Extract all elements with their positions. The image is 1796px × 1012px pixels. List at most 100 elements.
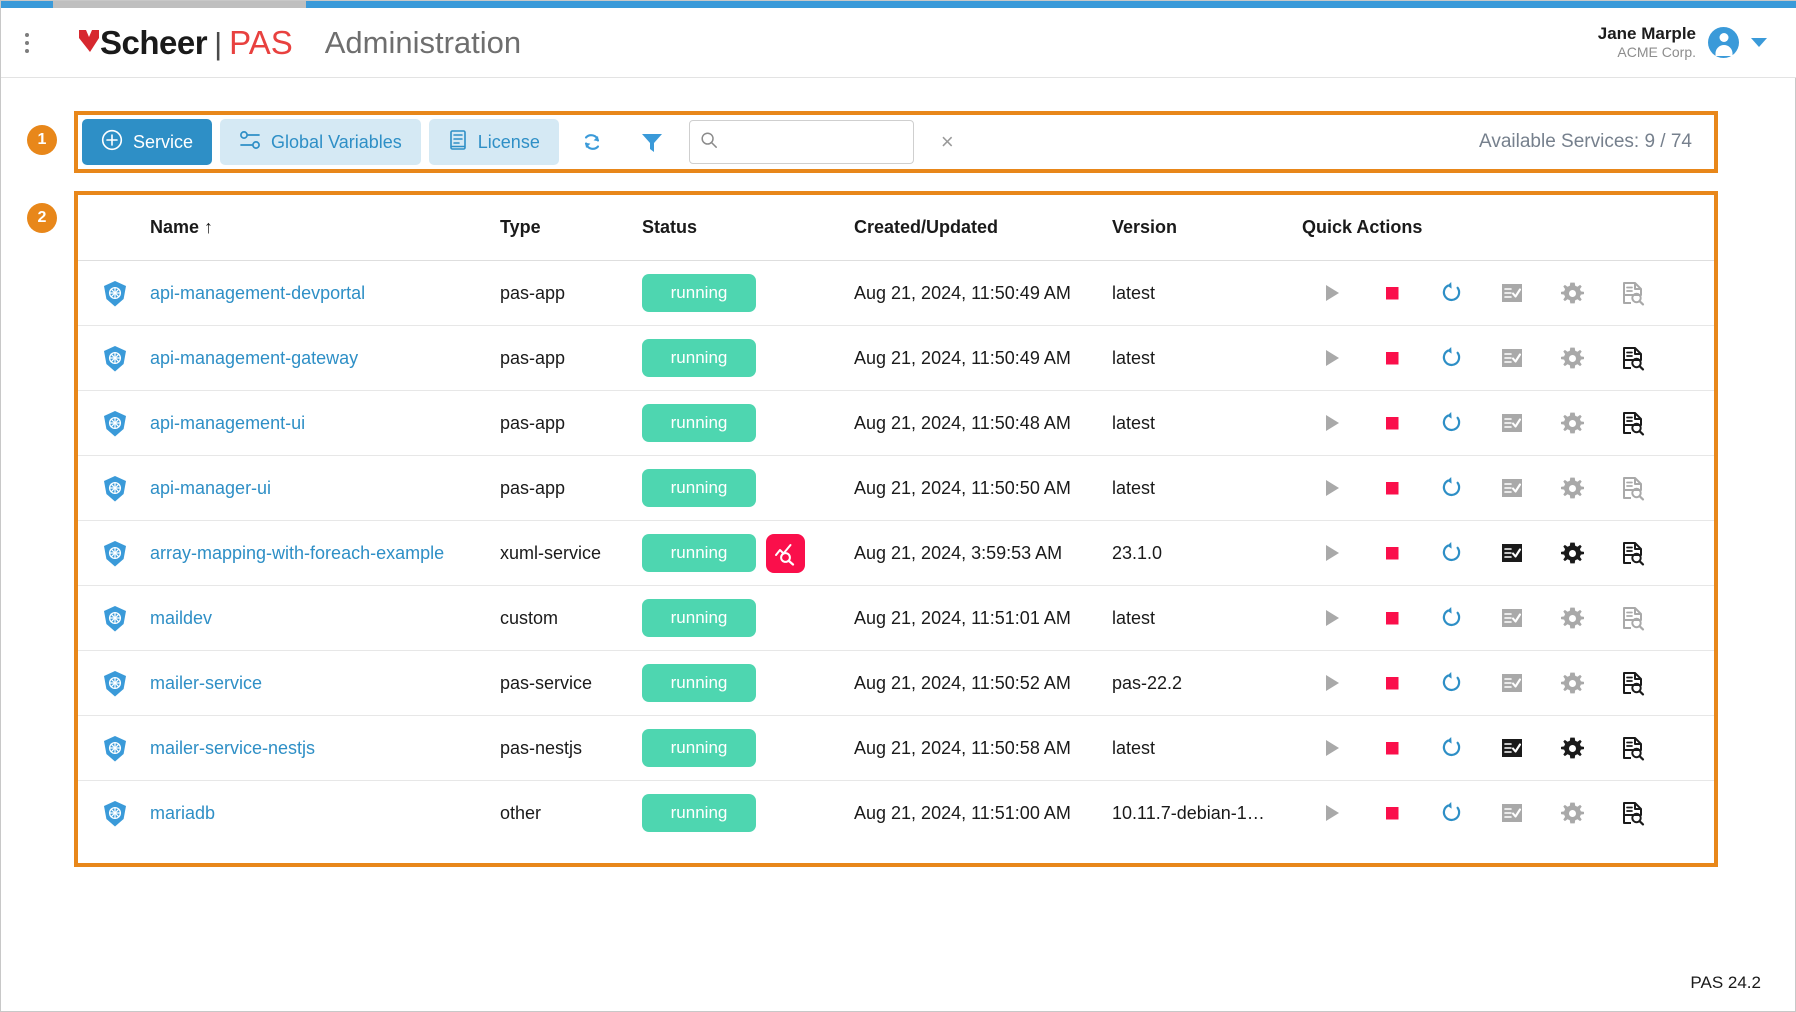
stop-icon[interactable] — [1362, 791, 1422, 835]
row-service-icon-cell — [78, 261, 150, 326]
service-name-link[interactable]: mailer-service-nestjs — [150, 738, 315, 758]
restart-icon[interactable] — [1422, 336, 1482, 380]
start-icon[interactable] — [1302, 726, 1362, 770]
user-avatar-icon[interactable] — [1708, 27, 1739, 58]
row-status-cell: running — [642, 261, 854, 326]
table-row[interactable]: maildevcustom running Aug 21, 2024, 11:5… — [78, 586, 1714, 651]
table-row[interactable]: api-management-devportalpas-app running … — [78, 261, 1714, 326]
service-name-link[interactable]: mariadb — [150, 803, 215, 823]
row-quick-actions-cell — [1302, 521, 1714, 586]
refresh-loop-icon[interactable] — [565, 119, 619, 165]
inspect-icon[interactable] — [1602, 726, 1662, 770]
funnel-filter-icon[interactable] — [625, 119, 679, 165]
start-icon[interactable] — [1302, 596, 1362, 640]
table-row[interactable]: mailer-servicepas-service running Aug 21… — [78, 651, 1714, 716]
row-type-cell: other — [500, 781, 642, 846]
inspect-icon[interactable] — [1602, 401, 1662, 445]
service-name-link[interactable]: maildev — [150, 608, 212, 628]
clear-search-icon[interactable]: × — [941, 131, 956, 153]
license-document-icon — [448, 129, 468, 156]
stop-icon[interactable] — [1362, 531, 1422, 575]
table-row[interactable]: mailer-service-nestjspas-nestjs running … — [78, 716, 1714, 781]
service-name-link[interactable]: api-management-gateway — [150, 348, 358, 368]
row-service-icon-cell — [78, 586, 150, 651]
logs-icon — [1482, 791, 1542, 835]
table-row[interactable]: api-management-gatewaypas-app running Au… — [78, 326, 1714, 391]
column-header-created-updated[interactable]: Created/Updated — [854, 195, 1112, 261]
table-row[interactable]: api-management-uipas-app running Aug 21,… — [78, 391, 1714, 456]
search-input[interactable] — [726, 133, 933, 151]
column-header-version[interactable]: Version — [1112, 195, 1302, 261]
table-row[interactable]: api-manager-uipas-app running Aug 21, 20… — [78, 456, 1714, 521]
stop-icon[interactable] — [1362, 271, 1422, 315]
top-accent-strip — [1, 1, 1796, 8]
start-icon[interactable] — [1302, 336, 1362, 380]
row-name-cell: maildev — [150, 586, 500, 651]
status-badge: running — [642, 729, 756, 767]
row-version-cell: 23.1.0 — [1112, 521, 1302, 586]
settings-icon — [1542, 336, 1602, 380]
start-icon[interactable] — [1302, 466, 1362, 510]
restart-icon[interactable] — [1422, 271, 1482, 315]
service-name-link[interactable]: array-mapping-with-foreach-example — [150, 543, 444, 563]
row-name-cell: mailer-service-nestjs — [150, 716, 500, 781]
table-row[interactable]: mariadbother running Aug 21, 2024, 11:51… — [78, 781, 1714, 846]
column-header-name[interactable]: Name ↑ — [150, 195, 500, 261]
restart-icon[interactable] — [1422, 401, 1482, 445]
service-name-link[interactable]: api-management-ui — [150, 413, 305, 433]
settings-icon[interactable] — [1542, 726, 1602, 770]
stop-icon[interactable] — [1362, 661, 1422, 705]
table-row[interactable]: array-mapping-with-foreach-examplexuml-s… — [78, 521, 1714, 586]
inspect-icon — [1602, 271, 1662, 315]
stop-icon[interactable] — [1362, 726, 1422, 770]
stop-icon[interactable] — [1362, 596, 1422, 640]
kubernetes-icon — [102, 670, 128, 696]
app-header: Scheer | PAS Administration Jane Marple … — [1, 8, 1796, 78]
column-header-status[interactable]: Status — [642, 195, 854, 261]
inspect-icon[interactable] — [1602, 661, 1662, 705]
logs-icon[interactable] — [1482, 726, 1542, 770]
start-icon[interactable] — [1302, 401, 1362, 445]
logs-icon[interactable] — [1482, 531, 1542, 575]
chevron-down-icon[interactable] — [1751, 38, 1767, 47]
settings-icon[interactable] — [1542, 531, 1602, 575]
restart-icon[interactable] — [1422, 791, 1482, 835]
service-name-link[interactable]: api-manager-ui — [150, 478, 271, 498]
service-name-link[interactable]: mailer-service — [150, 673, 262, 693]
row-type-cell: pas-nestjs — [500, 716, 642, 781]
top-strip-grey — [53, 1, 306, 8]
inspect-icon[interactable] — [1602, 791, 1662, 835]
kubernetes-icon — [102, 280, 128, 306]
stop-icon[interactable] — [1362, 401, 1422, 445]
user-menu[interactable]: Jane Marple ACME Corp. — [1598, 24, 1767, 61]
row-name-cell: api-manager-ui — [150, 456, 500, 521]
row-version-cell: pas-22.2 — [1112, 651, 1302, 716]
analyze-icon[interactable] — [766, 534, 805, 573]
kubernetes-icon — [102, 800, 128, 826]
top-strip-blue-right — [306, 1, 1796, 8]
start-icon[interactable] — [1302, 791, 1362, 835]
inspect-icon[interactable] — [1602, 336, 1662, 380]
start-icon[interactable] — [1302, 271, 1362, 315]
column-header-type[interactable]: Type — [500, 195, 642, 261]
start-icon[interactable] — [1302, 531, 1362, 575]
search-icon — [700, 131, 718, 154]
row-type-cell: pas-service — [500, 651, 642, 716]
service-name-link[interactable]: api-management-devportal — [150, 283, 365, 303]
add-service-button[interactable]: Service — [82, 119, 212, 165]
license-button[interactable]: License — [429, 119, 559, 165]
global-variables-button[interactable]: Global Variables — [220, 119, 421, 165]
restart-icon[interactable] — [1422, 596, 1482, 640]
restart-icon[interactable] — [1422, 726, 1482, 770]
row-status-cell: running — [642, 781, 854, 846]
restart-icon[interactable] — [1422, 466, 1482, 510]
stop-icon[interactable] — [1362, 336, 1422, 380]
search-box[interactable]: × — [689, 120, 914, 164]
kebab-menu-icon[interactable] — [1, 8, 53, 78]
restart-icon[interactable] — [1422, 531, 1482, 575]
inspect-icon[interactable] — [1602, 531, 1662, 575]
status-badge: running — [642, 404, 756, 442]
start-icon[interactable] — [1302, 661, 1362, 705]
stop-icon[interactable] — [1362, 466, 1422, 510]
restart-icon[interactable] — [1422, 661, 1482, 705]
